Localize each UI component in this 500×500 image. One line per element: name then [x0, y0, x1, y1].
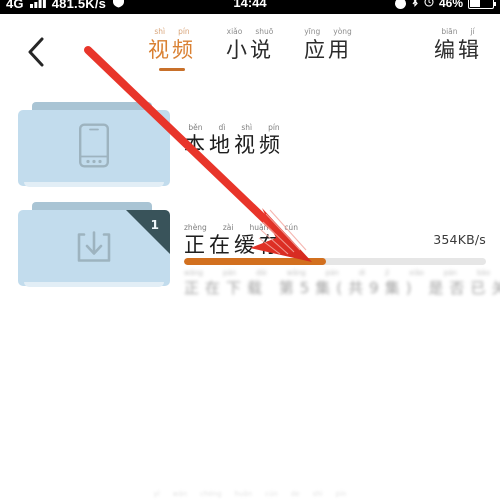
pinyin-syllable: cún	[284, 223, 298, 232]
pinyin-syllable: dāi	[256, 269, 267, 277]
download-icon	[75, 227, 113, 270]
pinyin-syllable: de	[290, 490, 300, 498]
folder-shadow-shape	[24, 182, 164, 187]
list-item-title-caching: zhèng zài huǎn cún 正在缓存	[184, 224, 298, 258]
pinyin-syllable: pín	[335, 490, 347, 498]
pinyin-syllable: huǎn	[234, 490, 253, 498]
pinyin-syllable: shuō	[255, 27, 274, 36]
folder-thumbnail-caching[interactable]: 1	[18, 202, 170, 290]
pinyin-syllable: pín	[268, 123, 280, 132]
back-button[interactable]	[14, 30, 58, 74]
edit-button-label: 编辑	[434, 38, 482, 62]
tab-app-label: 应用	[304, 38, 352, 62]
pinyin-syllable: pán	[222, 269, 237, 277]
shield-icon	[112, 0, 125, 11]
tab-novel-label: 小说	[226, 38, 274, 62]
pinyin-syllable: jǐ	[385, 269, 390, 277]
pinyin-syllable: cún	[265, 490, 278, 498]
pinyin-syllable: chéng	[200, 490, 222, 498]
list-item[interactable]: běn dì shì pín 本地视频	[0, 96, 500, 196]
edit-button[interactable]: biān jí 编辑	[434, 28, 482, 63]
pinyin-syllable: shì	[154, 27, 166, 36]
network-speed-label: 481.5K/s	[51, 0, 107, 11]
phone-icon	[79, 123, 110, 173]
tab-video[interactable]: shì pín 视频	[148, 28, 196, 71]
pinyin-syllable: wǎng	[286, 269, 306, 277]
pinyin-syllable: pín	[178, 27, 190, 36]
alarm-icon	[424, 0, 434, 10]
download-speed-label: 354KB/s	[433, 232, 486, 247]
footer-ghost-text: yǐ wán chéng huǎn cún de shì pín	[0, 484, 500, 500]
pinyin-syllable: běn	[188, 123, 203, 132]
folder-body-shape	[18, 110, 170, 186]
download-detail-text: wǎng pán dāi wǎng pán dì jǐ xiǎo pán bǎo…	[184, 270, 500, 298]
list-item[interactable]: 1 zhèng zài huǎn cún 正在缓存 354KB/s wǎng p…	[0, 196, 500, 297]
tab-novel-pinyin: xiǎo shuō	[227, 28, 274, 37]
download-detail-pinyin: wǎng pán dāi wǎng pán dì jǐ xiǎo pán bǎo	[184, 270, 492, 279]
app-screen: 4G 481.5K/s 14:44 46% shì pín 视频 xiǎo sh…	[0, 0, 500, 500]
pinyin-syllable: dì	[218, 123, 226, 132]
pinyin-syllable: xiǎo	[409, 269, 424, 277]
chevron-left-icon	[25, 36, 47, 68]
status-bar-clock: 14:44	[233, 0, 267, 10]
battery-icon	[468, 0, 496, 9]
download-progress-bar	[184, 258, 486, 265]
do-not-disturb-icon	[394, 0, 406, 9]
tab-video-label: 视频	[148, 38, 196, 62]
battery-percent-label: 46%	[438, 0, 463, 10]
list-item-label: 正在缓存	[184, 233, 284, 257]
pinyin-syllable: pán	[325, 269, 339, 277]
pinyin-syllable: dì	[358, 269, 366, 277]
download-progress-fill	[184, 258, 326, 265]
pinyin-syllable: zhèng	[184, 223, 207, 232]
list-item-pinyin: běn dì shì pín	[184, 124, 284, 133]
bluetooth-icon	[411, 0, 419, 10]
status-bar-left: 4G 481.5K/s	[6, 0, 125, 11]
tab-bar: shì pín 视频 xiǎo shuō 小说 yīng yòng 应用	[148, 28, 352, 71]
pinyin-syllable: pán	[443, 269, 457, 277]
pinyin-syllable: shì	[312, 490, 323, 498]
pinyin-syllable: biān	[441, 27, 458, 36]
tab-active-indicator	[159, 67, 185, 71]
folder-body-shape: 1	[18, 210, 170, 286]
network-type-label: 4G	[6, 0, 24, 11]
footer-pinyin: yǐ wán chéng huǎn cún de shì pín	[154, 491, 347, 500]
pinyin-syllable: bǎo	[476, 269, 490, 277]
download-detail-label: 正在下载 第5集(共9集) 是否已关闭	[184, 279, 500, 297]
pinyin-syllable: shì	[241, 123, 253, 132]
pinyin-syllable: wǎng	[184, 269, 203, 277]
status-bar: 4G 481.5K/s 14:44 46%	[0, 0, 500, 14]
folder-shadow-shape	[24, 282, 164, 287]
tab-video-pinyin: shì pín	[154, 28, 189, 37]
folder-list: běn dì shì pín 本地视频 1 zhèng zài huǎn cún…	[0, 96, 500, 297]
folder-badge-count: 1	[150, 218, 159, 232]
pinyin-syllable: xiǎo	[226, 27, 243, 36]
tab-novel[interactable]: xiǎo shuō 小说	[226, 28, 274, 71]
edit-button-pinyin: biān jí	[441, 28, 474, 37]
folder-corner-ribbon	[126, 210, 170, 254]
pinyin-syllable: jí	[470, 27, 475, 36]
pinyin-syllable: yòng	[333, 27, 352, 36]
folder-thumbnail-local-video[interactable]	[18, 102, 170, 190]
signal-bars-icon	[29, 0, 46, 11]
list-item-body: zhèng zài huǎn cún 正在缓存 354KB/s wǎng pán	[170, 196, 500, 297]
list-item-body: běn dì shì pín 本地视频	[170, 96, 500, 158]
list-item-pinyin: zhèng zài huǎn cún	[184, 224, 298, 233]
pinyin-syllable: wán	[172, 490, 188, 498]
list-item-label: 本地视频	[184, 133, 284, 157]
tab-app-pinyin: yīng yòng	[304, 28, 352, 37]
status-bar-right: 46%	[394, 0, 496, 10]
pinyin-syllable: yǐ	[153, 490, 160, 498]
list-item-title-local-video: běn dì shì pín 本地视频	[184, 124, 284, 158]
tab-app[interactable]: yīng yòng 应用	[304, 28, 352, 71]
pinyin-syllable: zài	[222, 223, 234, 232]
pinyin-syllable: huǎn	[249, 223, 269, 232]
pinyin-syllable: yīng	[304, 27, 321, 36]
navigation-bar: shì pín 视频 xiǎo shuō 小说 yīng yòng 应用 biā…	[0, 14, 500, 86]
